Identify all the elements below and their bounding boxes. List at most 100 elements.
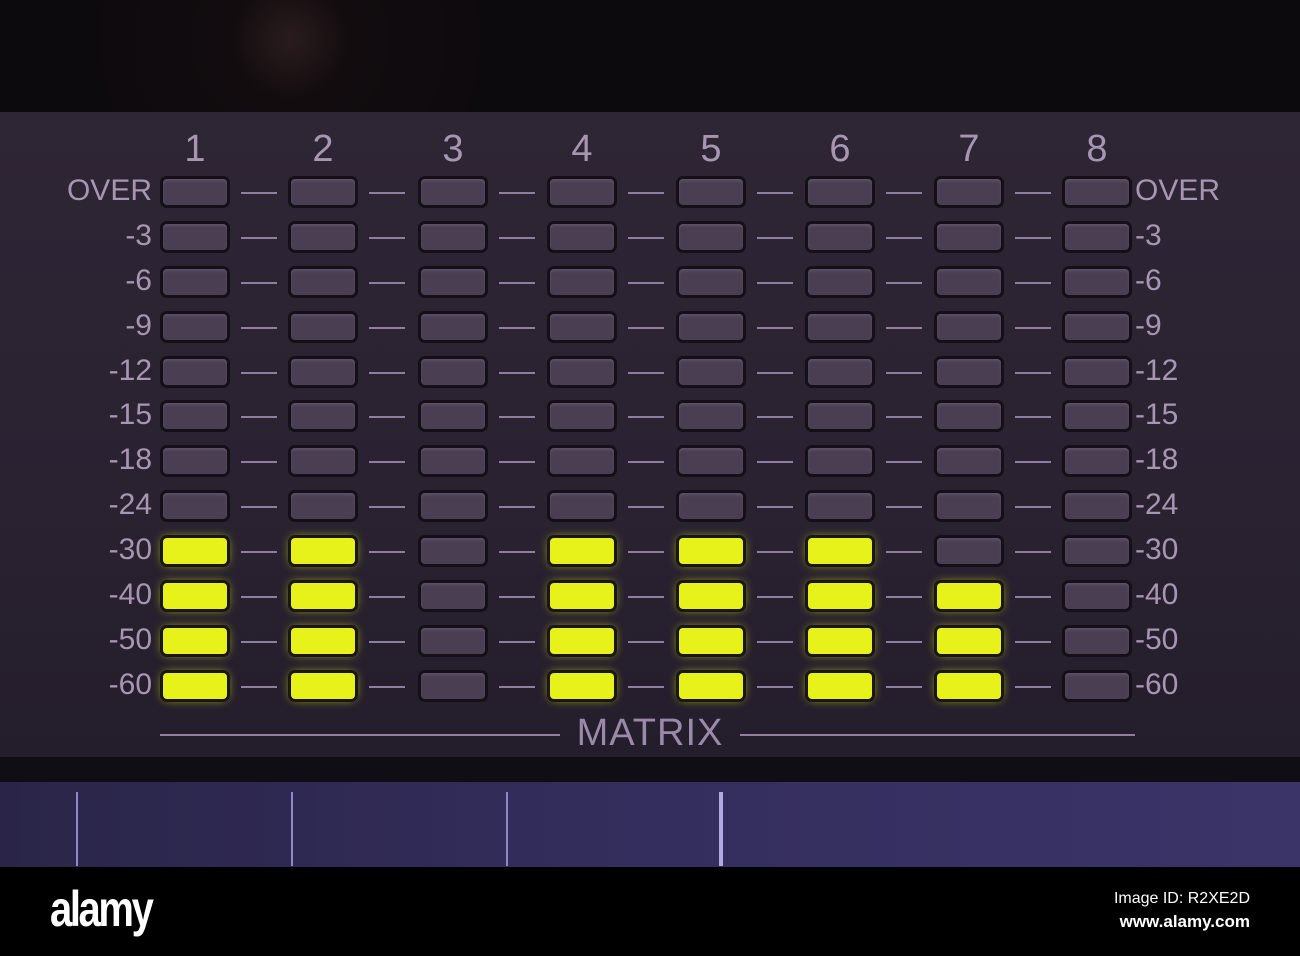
led-segment xyxy=(808,224,872,250)
led-segment xyxy=(1065,269,1129,295)
dash xyxy=(1015,461,1051,463)
led-segment xyxy=(163,448,227,474)
led-segment xyxy=(937,314,1001,340)
dash xyxy=(757,641,793,643)
led-segment xyxy=(163,224,227,250)
led-segment-lit xyxy=(550,673,614,699)
channel-number: 5 xyxy=(700,128,722,170)
dash xyxy=(1015,282,1051,284)
dash xyxy=(241,551,277,553)
scale-label-right: -3 xyxy=(1135,219,1162,252)
dash xyxy=(628,506,664,508)
dash xyxy=(499,551,535,553)
led-segment xyxy=(421,448,485,474)
dash xyxy=(241,237,277,239)
led-segment xyxy=(550,269,614,295)
dash xyxy=(886,372,922,374)
scale-label-left: OVER xyxy=(66,174,152,207)
led-segment xyxy=(937,224,1001,250)
led-segment-lit xyxy=(291,538,355,564)
led-segment xyxy=(163,493,227,519)
dash xyxy=(886,596,922,598)
scale-label-left: -24 xyxy=(108,488,152,521)
led-segment xyxy=(808,493,872,519)
led-segment xyxy=(163,179,227,205)
background-top xyxy=(0,0,1300,112)
dash xyxy=(369,641,405,643)
led-segment-lit xyxy=(291,628,355,654)
led-segment xyxy=(1065,224,1129,250)
dash xyxy=(886,551,922,553)
dash xyxy=(1015,416,1051,418)
dash xyxy=(757,686,793,688)
led-segment-lit xyxy=(937,673,1001,699)
led-segment xyxy=(550,448,614,474)
led-segment xyxy=(937,179,1001,205)
led-segment xyxy=(421,224,485,250)
scale-label-left: -30 xyxy=(108,533,152,566)
dash xyxy=(499,596,535,598)
led-segment-lit xyxy=(163,583,227,609)
lower-strip xyxy=(0,782,1300,867)
scale-label-left: -12 xyxy=(108,354,152,387)
strip-divider xyxy=(76,792,78,866)
scale-label-left: -50 xyxy=(108,623,152,656)
led-segment xyxy=(808,448,872,474)
channel-number: 2 xyxy=(312,128,334,170)
dash xyxy=(499,641,535,643)
channel-number: 6 xyxy=(829,128,851,170)
led-segment xyxy=(163,314,227,340)
dash xyxy=(499,327,535,329)
led-segment xyxy=(550,403,614,429)
led-segment xyxy=(937,359,1001,385)
led-segment-lit xyxy=(679,673,743,699)
dash xyxy=(886,416,922,418)
scale-label-left: -60 xyxy=(108,668,152,701)
channel-number: 7 xyxy=(958,128,980,170)
scale-label-left: -6 xyxy=(125,264,152,297)
dash xyxy=(369,686,405,688)
channel-number: 3 xyxy=(442,128,464,170)
dash xyxy=(241,686,277,688)
led-segment xyxy=(1065,179,1129,205)
scale-label-right: -6 xyxy=(1135,264,1162,297)
led-segment xyxy=(163,403,227,429)
matrix-label: MATRIX xyxy=(576,712,724,754)
dash xyxy=(757,596,793,598)
dash xyxy=(628,461,664,463)
scale-label-right: -40 xyxy=(1135,578,1179,611)
led-segment xyxy=(808,403,872,429)
dash xyxy=(241,192,277,194)
scale-label-right: -24 xyxy=(1135,488,1179,521)
led-segment xyxy=(1065,359,1129,385)
dash xyxy=(886,506,922,508)
dash xyxy=(628,551,664,553)
dash xyxy=(241,327,277,329)
dash xyxy=(886,641,922,643)
dash xyxy=(757,282,793,284)
dash xyxy=(241,372,277,374)
channel-number: 8 xyxy=(1086,128,1108,170)
dash xyxy=(499,237,535,239)
dash xyxy=(369,596,405,598)
led-segment xyxy=(550,493,614,519)
scale-label-left: -18 xyxy=(108,443,152,476)
led-segment xyxy=(550,179,614,205)
led-segment xyxy=(421,673,485,699)
led-segment xyxy=(937,403,1001,429)
led-segment xyxy=(421,583,485,609)
dash xyxy=(628,596,664,598)
scale-label-left: -15 xyxy=(108,398,152,431)
dash xyxy=(241,506,277,508)
dash xyxy=(369,327,405,329)
scale-label-right: -15 xyxy=(1135,398,1179,431)
led-segment-lit xyxy=(163,628,227,654)
scale-label-right: OVER xyxy=(1135,174,1221,207)
led-segment-lit xyxy=(550,538,614,564)
dash xyxy=(628,686,664,688)
led-segment xyxy=(421,493,485,519)
dash xyxy=(628,372,664,374)
led-segment-lit xyxy=(937,583,1001,609)
dash xyxy=(1015,506,1051,508)
led-segment xyxy=(808,179,872,205)
